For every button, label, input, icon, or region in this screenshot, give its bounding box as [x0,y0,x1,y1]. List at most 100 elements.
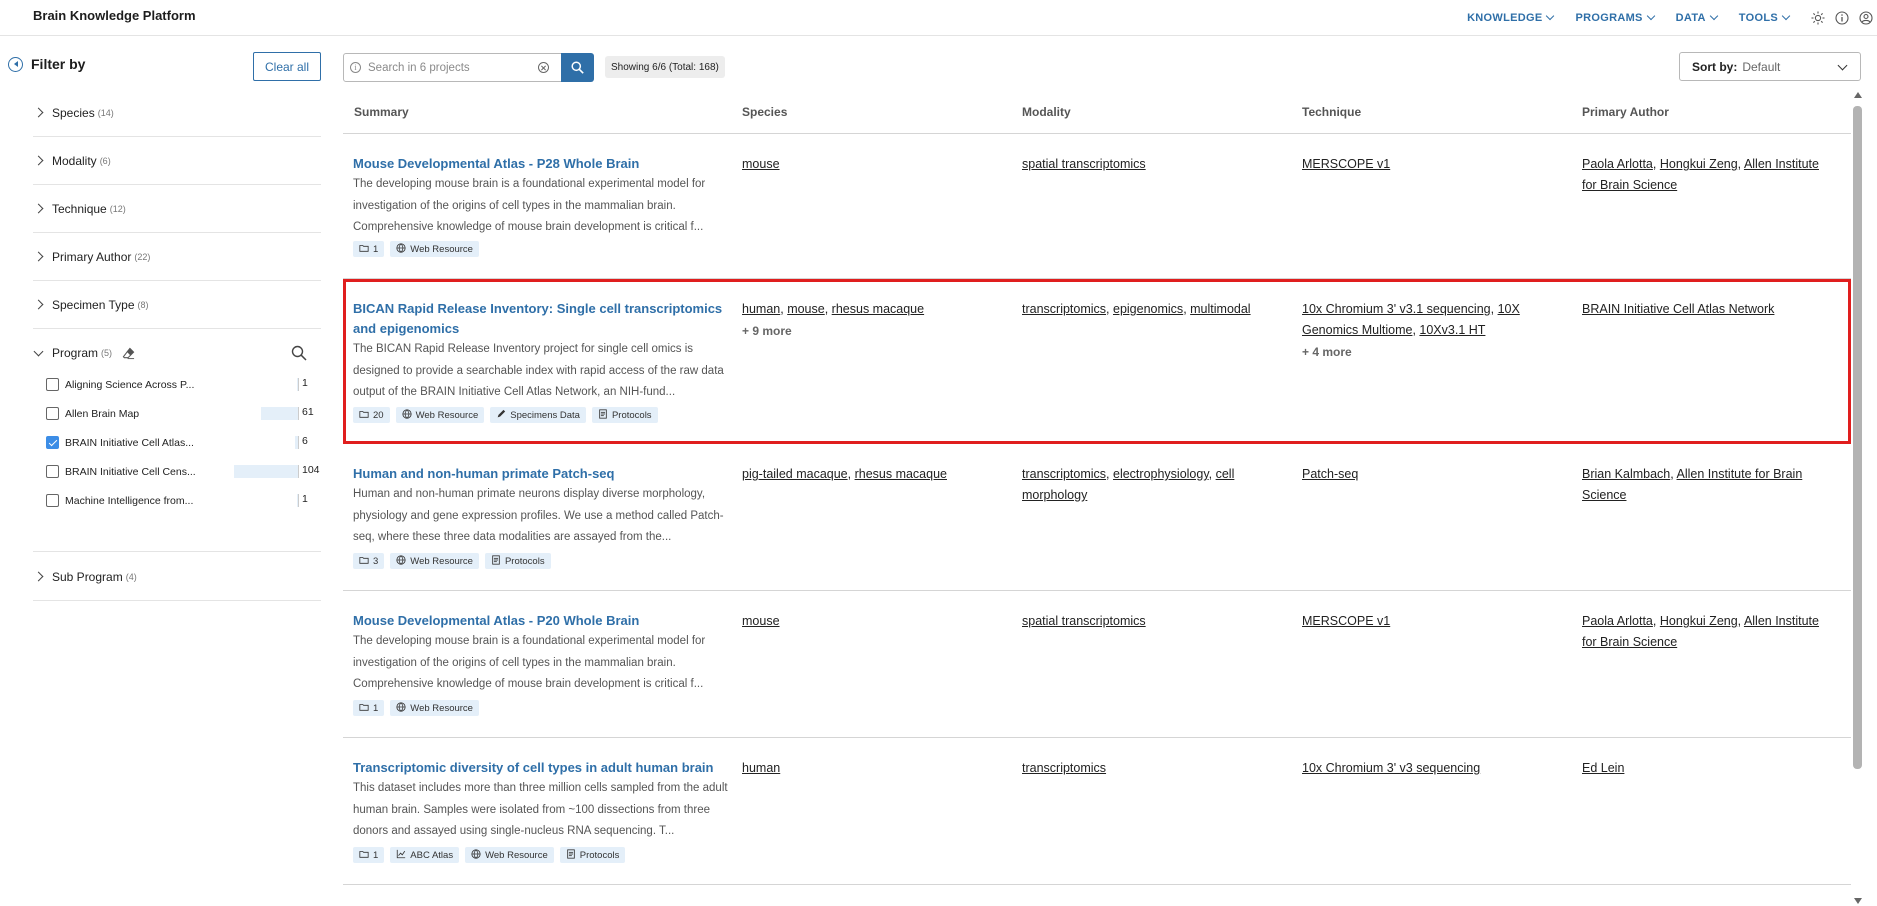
facet-primary-author[interactable]: Primary Author (22) [33,233,321,281]
nav-knowledge[interactable]: KNOWLEDGE [1467,11,1555,24]
modality-link[interactable]: transcriptomics [1022,467,1106,481]
nav-tools[interactable]: TOOLS [1739,11,1791,24]
species-link[interactable]: human [742,302,780,316]
facet-sub-program[interactable]: Sub Program (4) [33,553,321,601]
checkbox[interactable] [46,465,59,478]
checkbox[interactable] [46,407,59,420]
resource-tag[interactable]: Web Resource [390,241,479,257]
authors-link[interactable]: Paola Arlotta [1582,157,1653,171]
resource-tag[interactable]: ABC Atlas [390,847,460,863]
info-icon[interactable] [1835,11,1849,25]
checkbox[interactable] [46,494,59,507]
facet-specimen-type[interactable]: Specimen Type (8) [33,281,321,329]
app-title[interactable]: Brain Knowledge Platform [33,8,196,23]
checkbox[interactable] [46,378,59,391]
modality-link[interactable]: spatial transcriptomics [1022,614,1146,628]
checkbox[interactable] [46,436,59,449]
resource-tag[interactable]: Web Resource [465,847,554,863]
technique-link[interactable]: Patch-seq [1302,467,1358,481]
modality-link[interactable]: epigenomics [1113,302,1183,316]
table-row[interactable]: Mouse Developmental Atlas - P20 Whole Br… [343,591,1851,738]
resource-tag[interactable]: Protocols [591,407,658,423]
authors-link[interactable]: Hongkui Zeng [1660,614,1738,628]
column-header-modality[interactable]: Modality [1022,105,1071,119]
authors-link[interactable]: Ed Lein [1582,761,1624,775]
program-option[interactable]: Allen Brain Map 61 [33,399,321,428]
species-link[interactable]: mouse [787,302,825,316]
species-link[interactable]: human [742,761,780,775]
nav-programs[interactable]: PROGRAMS [1575,11,1655,24]
resource-tag[interactable]: 20 [353,407,390,423]
modality-link[interactable]: electrophysiology [1113,467,1209,481]
table-row[interactable]: BICAN Rapid Release Inventory: Single ce… [343,279,1851,444]
search-icon[interactable] [291,345,307,361]
resource-tag[interactable]: 3 [353,553,385,569]
authors-link[interactable]: Paola Arlotta [1582,614,1653,628]
technique-link[interactable]: 10Xv3.1 HT [1419,323,1485,337]
column-header-technique[interactable]: Technique [1302,105,1361,119]
resource-tag[interactable]: Web Resource [390,553,479,569]
nav-data[interactable]: DATA [1676,11,1719,24]
authors-link[interactable]: BRAIN Initiative Cell Atlas Network [1582,302,1774,316]
species-link[interactable]: pig-tailed macaque [742,467,848,481]
table-row[interactable]: Mouse Developmental Atlas - P28 Whole Br… [343,134,1851,279]
project-title-link[interactable]: Mouse Developmental Atlas - P20 Whole Br… [353,611,728,631]
species-link[interactable]: rhesus macaque [832,302,924,316]
search-input[interactable] [368,61,538,74]
column-header-primary-author[interactable]: Primary Author [1582,105,1669,119]
eraser-icon[interactable] [122,347,135,360]
program-option[interactable]: BRAIN Initiative Cell Atlas... 6 [33,428,321,457]
modality-link[interactable]: multimodal [1190,302,1250,316]
species-link[interactable]: mouse [742,614,780,628]
resource-tag[interactable]: Web Resource [390,700,479,716]
program-option[interactable]: Aligning Science Across P... 1 [33,370,321,399]
chevron-down-icon [1837,60,1848,71]
species-link[interactable]: mouse [742,157,780,171]
resource-tag[interactable]: Specimens Data [490,407,586,423]
modality-link[interactable]: spatial transcriptomics [1022,157,1146,171]
resource-tag[interactable]: Protocols [559,847,626,863]
table-row[interactable]: Transcriptomic diversity of cell types i… [343,738,1851,885]
program-option[interactable]: Machine Intelligence from... 1 [33,486,321,515]
species-link[interactable]: rhesus macaque [855,467,947,481]
tag-label: Web Resource [410,243,473,255]
technique-more-link[interactable]: + 4 more [1302,341,1547,363]
search-button[interactable] [561,53,594,82]
technique-link[interactable]: MERSCOPE v1 [1302,614,1390,628]
sort-dropdown[interactable]: Sort by: Default [1679,52,1861,81]
resource-tag[interactable]: 1 [353,847,385,863]
theme-icon[interactable] [1811,11,1825,25]
resource-tag[interactable]: 1 [353,241,385,257]
scroll-up-arrow[interactable] [1854,92,1862,98]
resource-tag[interactable]: Protocols [484,553,551,569]
project-title-link[interactable]: Transcriptomic diversity of cell types i… [353,758,728,778]
modality-link[interactable]: transcriptomics [1022,302,1106,316]
table-row[interactable]: Human and non-human primate Patch-seq Hu… [343,444,1851,591]
species-more-link[interactable]: + 9 more [742,320,1002,342]
project-title-link[interactable]: Human and non-human primate Patch-seq [353,464,728,484]
collapse-sidebar-icon[interactable] [8,56,23,72]
program-option[interactable]: BRAIN Initiative Cell Cens... 104 [33,457,321,486]
account-icon[interactable] [1859,11,1873,25]
modality-link[interactable]: transcriptomics [1022,761,1106,775]
scrollbar-thumb[interactable] [1853,106,1862,769]
resource-tag[interactable]: Web Resource [395,407,485,423]
facet-species[interactable]: Species (14) [33,89,321,137]
clear-all-button[interactable]: Clear all [253,52,321,81]
clear-search-icon[interactable] [538,62,549,73]
facet-technique[interactable]: Technique (12) [33,185,321,233]
authors-link[interactable]: Brian Kalmbach [1582,467,1670,481]
technique-link[interactable]: 10x Chromium 3' v3.1 sequencing [1302,302,1491,316]
scroll-down-arrow[interactable] [1854,898,1862,904]
column-header-species[interactable]: Species [742,105,787,119]
chevron-right-icon [33,155,44,166]
project-title-link[interactable]: Mouse Developmental Atlas - P28 Whole Br… [353,154,728,174]
authors-link[interactable]: Hongkui Zeng [1660,157,1738,171]
project-title-link[interactable]: BICAN Rapid Release Inventory: Single ce… [353,299,728,339]
info-icon[interactable]: i [350,62,361,73]
column-header-summary[interactable]: Summary [354,105,409,119]
resource-tag[interactable]: 1 [353,700,385,716]
technique-link[interactable]: MERSCOPE v1 [1302,157,1390,171]
technique-link[interactable]: 10x Chromium 3' v3 sequencing [1302,761,1480,775]
facet-modality[interactable]: Modality (6) [33,137,321,185]
